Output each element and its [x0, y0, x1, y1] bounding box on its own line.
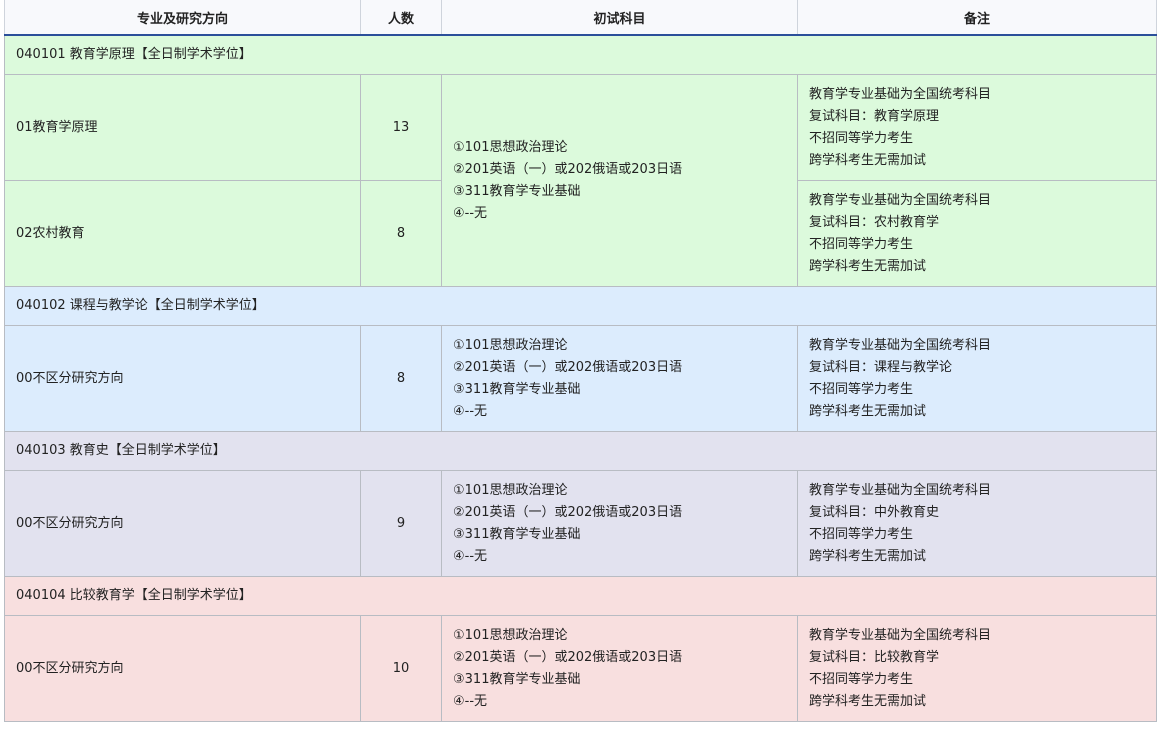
table-row: 00不区分研究方向 9 ①101思想政治理论 ②201英语（一）或202俄语或2… [4, 470, 1157, 577]
table-row: 00不区分研究方向 8 ①101思想政治理论 ②201英语（一）或202俄语或2… [4, 325, 1157, 432]
note-line: 教育学专业基础为全国统考科目 [809, 482, 992, 498]
note-line: 不招同等学力考生 [809, 236, 914, 252]
notes-cell: 教育学专业基础为全国统考科目 复试科目：比较教育学 不招同等学力考生 跨学科考生… [797, 615, 1157, 722]
exam-subject-line: ③311教育学专业基础 [453, 183, 581, 199]
exam-subject-line: ①101思想政治理论 [453, 139, 568, 155]
note-line: 教育学专业基础为全国统考科目 [809, 627, 992, 643]
direction-cell: 00不区分研究方向 [4, 615, 361, 722]
note-line: 复试科目：中外教育史 [809, 504, 940, 520]
direction-cell: 00不区分研究方向 [4, 325, 361, 432]
note-line: 跨学科考生无需加试 [809, 548, 927, 564]
direction-cell: 02农村教育 [4, 180, 361, 287]
note-line: 跨学科考生无需加试 [809, 258, 927, 274]
direction-cell: 00不区分研究方向 [4, 470, 361, 577]
notes-cell: 教育学专业基础为全国统考科目 复试科目：中外教育史 不招同等学力考生 跨学科考生… [797, 470, 1157, 577]
section-title: 040103 教育史【全日制学术学位】 [4, 431, 1157, 471]
count-cell: 8 [360, 180, 442, 287]
count-cell: 13 [360, 74, 442, 181]
exam-subject-line: ④--无 [453, 205, 488, 221]
note-line: 不招同等学力考生 [809, 130, 914, 146]
exam-subject-line: ②201英语（一）或202俄语或203日语 [453, 649, 683, 665]
notes-cell: 教育学专业基础为全国统考科目 复试科目：教育学原理 不招同等学力考生 跨学科考生… [797, 74, 1157, 181]
notes-cell: 教育学专业基础为全国统考科目 复试科目：课程与教学论 不招同等学力考生 跨学科考… [797, 325, 1157, 432]
exam-subject-line: ②201英语（一）或202俄语或203日语 [453, 161, 683, 177]
section-title: 040101 教育学原理【全日制学术学位】 [4, 34, 1157, 75]
header-count: 人数 [360, 0, 442, 36]
count-cell: 9 [360, 470, 442, 577]
exam-subject-line: ④--无 [453, 693, 488, 709]
exam-subjects-cell: ①101思想政治理论 ②201英语（一）或202俄语或203日语 ③311教育学… [441, 615, 798, 722]
section-title: 040104 比较教育学【全日制学术学位】 [4, 576, 1157, 616]
table-row: 01教育学原理 13 ①101思想政治理论 ②201英语（一）或202俄语或20… [4, 74, 1157, 287]
note-line: 复试科目：比较教育学 [809, 649, 940, 665]
exam-subject-line: ①101思想政治理论 [453, 627, 568, 643]
note-line: 复试科目：课程与教学论 [809, 359, 953, 375]
note-line: 不招同等学力考生 [809, 381, 914, 397]
exam-subject-line: ④--无 [453, 403, 488, 419]
note-line: 复试科目：农村教育学 [809, 214, 940, 230]
note-line: 跨学科考生无需加试 [809, 403, 927, 419]
admissions-table: 专业及研究方向 人数 初试科目 备注 040101 教育学原理【全日制学术学位】… [4, 0, 1157, 722]
note-line: 跨学科考生无需加试 [809, 152, 927, 168]
header-notes: 备注 [797, 0, 1157, 36]
note-line: 不招同等学力考生 [809, 671, 914, 687]
note-line: 教育学专业基础为全国统考科目 [809, 192, 992, 208]
exam-subject-line: ④--无 [453, 548, 488, 564]
exam-subject-line: ③311教育学专业基础 [453, 671, 581, 687]
note-line: 教育学专业基础为全国统考科目 [809, 86, 992, 102]
table-row: 00不区分研究方向 10 ①101思想政治理论 ②201英语（一）或202俄语或… [4, 615, 1157, 722]
exam-subjects-cell: ①101思想政治理论 ②201英语（一）或202俄语或203日语 ③311教育学… [441, 325, 798, 432]
exam-subject-line: ②201英语（一）或202俄语或203日语 [453, 504, 683, 520]
exam-subject-line: ②201英语（一）或202俄语或203日语 [453, 359, 683, 375]
note-line: 教育学专业基础为全国统考科目 [809, 337, 992, 353]
exam-subject-line: ①101思想政治理论 [453, 337, 568, 353]
exam-subject-line: ③311教育学专业基础 [453, 526, 581, 542]
note-line: 不招同等学力考生 [809, 526, 914, 542]
section-row: 040102 课程与教学论【全日制学术学位】 [4, 286, 1157, 326]
section-row: 040104 比较教育学【全日制学术学位】 [4, 576, 1157, 616]
exam-subject-line: ③311教育学专业基础 [453, 381, 581, 397]
header-row: 专业及研究方向 人数 初试科目 备注 [4, 0, 1157, 36]
direction-cell: 01教育学原理 [4, 74, 361, 181]
note-line: 复试科目：教育学原理 [809, 108, 940, 124]
count-cell: 10 [360, 615, 442, 722]
note-line: 跨学科考生无需加试 [809, 693, 927, 709]
section-row: 040101 教育学原理【全日制学术学位】 [4, 34, 1157, 75]
exam-subjects-cell: ①101思想政治理论 ②201英语（一）或202俄语或203日语 ③311教育学… [441, 470, 798, 577]
notes-cell: 教育学专业基础为全国统考科目 复试科目：农村教育学 不招同等学力考生 跨学科考生… [797, 180, 1157, 287]
exam-subject-line: ①101思想政治理论 [453, 482, 568, 498]
section-row: 040103 教育史【全日制学术学位】 [4, 431, 1157, 471]
section-title: 040102 课程与教学论【全日制学术学位】 [4, 286, 1157, 326]
header-exam-subjects: 初试科目 [441, 0, 798, 36]
count-cell: 8 [360, 325, 442, 432]
header-direction: 专业及研究方向 [4, 0, 361, 36]
exam-subjects-cell: ①101思想政治理论 ②201英语（一）或202俄语或203日语 ③311教育学… [441, 74, 798, 287]
